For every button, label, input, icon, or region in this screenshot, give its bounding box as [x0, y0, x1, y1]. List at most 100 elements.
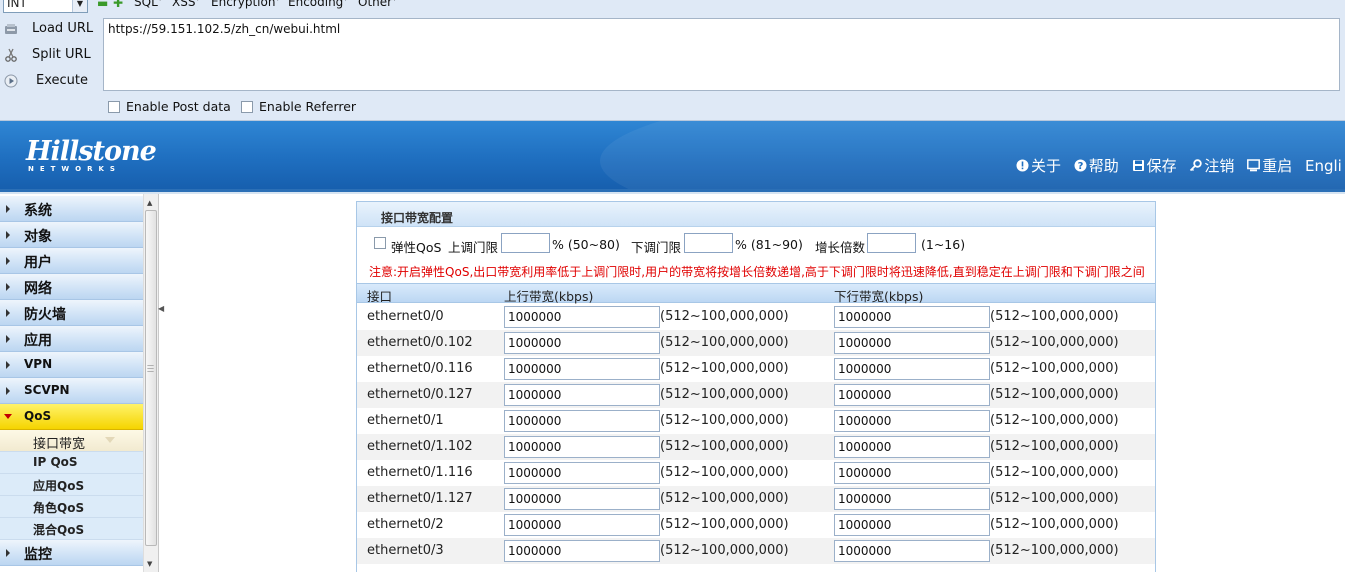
sidebar-subitem-mixed-qos[interactable]: 混合QoS [0, 518, 143, 540]
interface-name: ethernet0/0.127 [367, 387, 473, 402]
sidebar-item-firewall[interactable]: 防火墙 [0, 300, 143, 326]
growth-factor-input[interactable] [867, 233, 916, 253]
sidebar-splitter[interactable]: ◀ [158, 194, 164, 572]
downstream-bandwidth-input[interactable]: 1000000 [834, 488, 990, 510]
downstream-bandwidth-input[interactable]: 1000000 [834, 514, 990, 536]
upstream-bandwidth-input[interactable]: 1000000 [504, 488, 660, 510]
table-row: ethernet0/0.116 1000000 (512~100,000,000) 1… [357, 356, 1155, 382]
sidebar-subitem-role-qos[interactable]: 角色QoS [0, 496, 143, 518]
interface-name: ethernet0/0.102 [367, 335, 473, 350]
chevron-right-icon [6, 205, 10, 213]
enable-referrer-checkbox[interactable]: Enable Referrer [241, 99, 356, 114]
chevron-right-icon [6, 387, 10, 395]
menu-sql[interactable]: SQL▼ [134, 0, 162, 9]
menu-xss[interactable]: XSS▼ [172, 0, 200, 9]
column-interface: 接口 [367, 289, 393, 304]
logout-link[interactable]: 注销 [1189, 157, 1234, 175]
chevron-right-icon [6, 231, 10, 239]
elastic-qos-notice: 注意:开启弹性QoS,出口带宽利用率低于上调门限时,用户的带宽将按增长倍数递增,… [369, 265, 1145, 279]
save-link[interactable]: 保存 [1132, 157, 1177, 175]
sidebar-subitem-interface-bandwidth[interactable]: 接口带宽 [0, 430, 143, 452]
upstream-bandwidth-input[interactable]: 1000000 [504, 332, 660, 354]
table-row: ethernet0/1.127 1000000 (512~100,000,000) 1… [357, 486, 1155, 512]
upstream-bandwidth-input[interactable]: 1000000 [504, 358, 660, 380]
upstream-range: (512~100,000,000) [660, 309, 789, 324]
upstream-bandwidth-input[interactable]: 1000000 [504, 410, 660, 432]
downstream-bandwidth-input[interactable]: 1000000 [834, 540, 990, 562]
logo-subtitle: NETWORKS [28, 165, 121, 173]
table-row: ethernet0/0.102 1000000 (512~100,000,000) 1… [357, 330, 1155, 356]
sidebar-item-vpn[interactable]: VPN [0, 352, 143, 378]
downstream-bandwidth-input[interactable]: 1000000 [834, 384, 990, 406]
minus-icon[interactable]: ▬ [97, 0, 108, 10]
interface-name: ethernet0/2 [367, 517, 444, 532]
column-downstream: 下行带宽(kbps) [834, 289, 924, 304]
downstream-bandwidth-input[interactable]: 1000000 [834, 462, 990, 484]
upstream-bandwidth-input[interactable]: 1000000 [504, 462, 660, 484]
lower-threshold-input[interactable] [684, 233, 733, 253]
table-row: ethernet0/1.102 1000000 (512~100,000,000) 1… [357, 434, 1155, 460]
downstream-range: (512~100,000,000) [990, 413, 1119, 428]
language-link[interactable]: Engli [1305, 157, 1342, 175]
sidebar-item-users[interactable]: 用户 [0, 248, 143, 274]
selected-marker [105, 437, 115, 443]
downstream-bandwidth-input[interactable]: 1000000 [834, 332, 990, 354]
load-url-button[interactable]: Load URL [0, 19, 98, 41]
downstream-bandwidth-input[interactable]: 1000000 [834, 358, 990, 380]
execute-button[interactable]: Execute [0, 71, 98, 93]
sidebar-item-network[interactable]: 网络 [0, 274, 143, 300]
elastic-qos-label: 弹性QoS [391, 240, 442, 255]
lower-threshold-label: 下调门限 [631, 240, 682, 255]
downstream-bandwidth-input[interactable]: 1000000 [834, 436, 990, 458]
downstream-bandwidth-input[interactable]: 1000000 [834, 410, 990, 432]
elastic-qos-checkbox[interactable] [374, 237, 386, 249]
about-link[interactable]: 关于 [1016, 157, 1061, 175]
upper-threshold-input[interactable] [501, 233, 550, 253]
sidebar-item-scvpn[interactable]: SCVPN [0, 378, 143, 404]
upstream-bandwidth-input[interactable]: 1000000 [504, 384, 660, 406]
enable-post-data-checkbox[interactable]: Enable Post data [108, 99, 231, 114]
svg-text:?: ? [1077, 161, 1083, 172]
scissors-icon [5, 48, 17, 62]
menu-other[interactable]: Other▼ [358, 0, 397, 9]
scroll-down-icon[interactable]: ▼ [147, 560, 152, 568]
menu-encoding[interactable]: Encoding▼ [288, 0, 348, 9]
table-row: ethernet0/0 1000000 (512~100,000,000) 10000… [357, 304, 1155, 330]
upstream-bandwidth-input[interactable]: 1000000 [504, 514, 660, 536]
restart-link[interactable]: 重启 [1247, 157, 1292, 175]
sidebar-item-monitor[interactable]: 监控 [0, 540, 143, 566]
elastic-qos-row: 弹性QoS 上调门限 % (50~80) 下调门限 % (81~90) 增长倍数… [357, 228, 1155, 258]
downstream-bandwidth-input[interactable]: 1000000 [834, 306, 990, 328]
hackbar-type-select[interactable]: INT ▼ [3, 0, 88, 13]
upstream-bandwidth-input[interactable]: 1000000 [504, 306, 660, 328]
interface-name: ethernet0/1.102 [367, 439, 473, 454]
chevron-right-icon [6, 549, 10, 557]
scroll-up-icon[interactable]: ▲ [147, 199, 152, 207]
split-url-button[interactable]: Split URL [0, 45, 98, 67]
sidebar-item-applications[interactable]: 应用 [0, 326, 143, 352]
upper-threshold-range: % (50~80) [552, 237, 620, 252]
hillstone-logo: Hillstone [26, 136, 157, 167]
table-row: ethernet0/0.127 1000000 (512~100,000,000) 1… [357, 382, 1155, 408]
collapse-icon[interactable]: ◀ [158, 304, 164, 313]
play-icon [4, 74, 18, 88]
sidebar-item-qos[interactable]: QoS [0, 404, 143, 430]
help-link[interactable]: ? 帮助 [1074, 157, 1119, 175]
sidebar-subitem-ip-qos[interactable]: IP QoS [0, 452, 143, 474]
upstream-bandwidth-input[interactable]: 1000000 [504, 540, 660, 562]
chevron-right-icon [6, 257, 10, 265]
checkbox-box [108, 101, 120, 113]
scrollbar-thumb[interactable] [145, 210, 157, 546]
menu-encryption[interactable]: Encryption▼ [211, 0, 280, 9]
upstream-range: (512~100,000,000) [660, 335, 789, 350]
downstream-range: (512~100,000,000) [990, 491, 1119, 506]
panel-title: 接口带宽配置 [357, 202, 1155, 227]
plus-icon[interactable]: ✚ [113, 0, 123, 10]
sidebar-item-system[interactable]: 系统 [0, 196, 143, 222]
url-textarea[interactable]: https://59.151.102.5/zh_cn/webui.html [103, 18, 1340, 91]
monitor-icon [1247, 159, 1261, 172]
sidebar-item-objects[interactable]: 对象 [0, 222, 143, 248]
upstream-bandwidth-input[interactable]: 1000000 [504, 436, 660, 458]
sidebar-scrollbar[interactable]: ▲ — — — ▼ [143, 194, 158, 572]
sidebar-subitem-app-qos[interactable]: 应用QoS [0, 474, 143, 496]
